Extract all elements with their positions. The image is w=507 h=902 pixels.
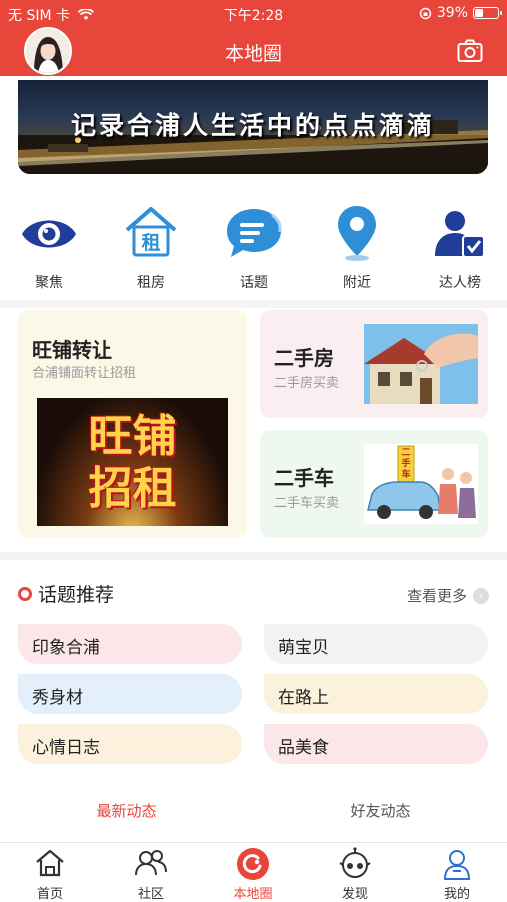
quick-item-topic[interactable]: 话题 [214, 200, 294, 291]
top-header: 无 SIM 卡 下午2:28 39% 本地圈 [0, 0, 507, 76]
quick-item-focus[interactable]: 聚焦 [9, 200, 89, 291]
car-cartoon-drawing [367, 445, 476, 519]
topics-header: 话题推荐 [18, 580, 114, 607]
status-right: 39% [419, 5, 502, 21]
camera-icon[interactable] [457, 39, 483, 63]
profile-icon [443, 850, 471, 880]
section-divider [0, 300, 507, 308]
bottom-tab-label: 首页 [36, 887, 63, 902]
quick-item-label: 附近 [343, 275, 371, 291]
feed-tabs: 最新动态 好友动态 [0, 800, 507, 830]
topic-tag-label: 印象合浦 [32, 638, 100, 658]
battery-percent: 39% [436, 5, 468, 21]
section-dot-icon [18, 586, 32, 601]
banner-text: 记录合浦人生活中的点点滴滴 [70, 111, 435, 140]
rotation-lock-icon [419, 7, 432, 19]
page-title: 本地圈 [224, 43, 282, 65]
topic-tag[interactable]: 在路上 [264, 674, 488, 714]
local-circle-icon [237, 848, 269, 880]
topic-tag[interactable]: 秀身材 [18, 674, 242, 714]
quick-item-ranking[interactable]: 达人榜 [420, 200, 500, 291]
card-subtitle: 二手车买卖 [274, 496, 340, 511]
battery-icon [473, 7, 502, 19]
discover-robot-icon [339, 847, 371, 878]
shop-rent-image: 旺铺 招租 [37, 398, 228, 526]
shop-image-text: 招租 [88, 463, 177, 514]
car-cartoon-image: 二手车 [364, 444, 478, 524]
card-title: 旺铺转让 [32, 338, 112, 362]
card-title: 二手房 [274, 346, 334, 370]
bottom-tab-discover[interactable]: 发现 [315, 847, 395, 902]
tab-latest[interactable]: 最新动态 [0, 800, 253, 821]
status-bar: 无 SIM 卡 下午2:28 39% [0, 0, 507, 28]
card-subtitle: 二手房买卖 [274, 376, 340, 391]
location-pin-icon [338, 206, 376, 261]
quick-item-label: 达人榜 [439, 275, 481, 291]
bottom-tab-label: 本地圈 [233, 887, 273, 902]
section-divider [0, 552, 507, 560]
car-sign-text: 二手车 [401, 448, 411, 480]
community-icon [135, 850, 167, 876]
banner-carousel[interactable]: 记录合浦人生活中的点点滴滴 [18, 80, 488, 174]
bottom-tab-bar: 首页 社区 本地圈 发现 我的 [0, 842, 507, 902]
bottom-tab-home[interactable]: 首页 [10, 847, 90, 902]
topic-tag[interactable]: 品美食 [264, 724, 488, 764]
eye-icon [22, 220, 76, 248]
topic-tag-label: 心情日志 [32, 738, 100, 758]
see-more-link[interactable]: 查看更多 › [407, 585, 489, 606]
quick-item-label: 话题 [240, 275, 268, 291]
topic-tag-label: 品美食 [278, 738, 329, 758]
topic-tag-label: 在路上 [278, 688, 329, 708]
card-shop-transfer[interactable]: 旺铺转让 合浦铺面转让招租 旺铺 招租 [18, 310, 247, 538]
home-icon [36, 849, 64, 877]
topic-tag-label: 秀身材 [32, 688, 83, 708]
topic-tag-label: 萌宝贝 [278, 638, 329, 658]
house-rent-icon: 租 [125, 207, 177, 257]
card-title: 二手车 [274, 466, 334, 490]
bottom-tab-label: 发现 [341, 887, 368, 902]
bottom-tab-label: 我的 [443, 887, 470, 902]
topic-tag[interactable]: 心情日志 [18, 724, 242, 764]
bottom-tab-label: 社区 [137, 887, 164, 902]
quick-item-rent[interactable]: 租 租房 [111, 200, 191, 291]
tab-friends[interactable]: 好友动态 [254, 800, 507, 821]
quick-item-label: 租房 [137, 275, 165, 291]
bottom-tab-profile[interactable]: 我的 [417, 847, 497, 902]
topic-tag[interactable]: 萌宝贝 [264, 624, 488, 664]
svg-text:租: 租 [141, 232, 160, 254]
house-keys-image [364, 324, 478, 404]
card-secondhand-house[interactable]: 二手房 二手房买卖 [260, 310, 488, 418]
topic-tag[interactable]: 印象合浦 [18, 624, 242, 664]
nav-bar: 本地圈 [0, 27, 507, 76]
quick-item-label: 聚焦 [35, 275, 63, 291]
topics-title: 话题推荐 [38, 584, 115, 606]
quick-item-nearby[interactable]: 附近 [317, 200, 397, 291]
see-more-label: 查看更多 [406, 587, 467, 605]
quick-icon-row: 聚焦 租 租房 话题 附近 达人榜 [0, 200, 507, 295]
bottom-tab-local-circle[interactable]: 本地圈 [213, 847, 293, 902]
chevron-right-icon: › [473, 587, 489, 604]
user-rank-icon [435, 211, 485, 258]
card-secondhand-car[interactable]: 二手车 二手车买卖 二手车 [260, 430, 488, 538]
bottom-tab-community[interactable]: 社区 [111, 847, 191, 902]
chat-bubble-icon [227, 209, 282, 257]
card-subtitle: 合浦铺面转让招租 [32, 366, 137, 381]
